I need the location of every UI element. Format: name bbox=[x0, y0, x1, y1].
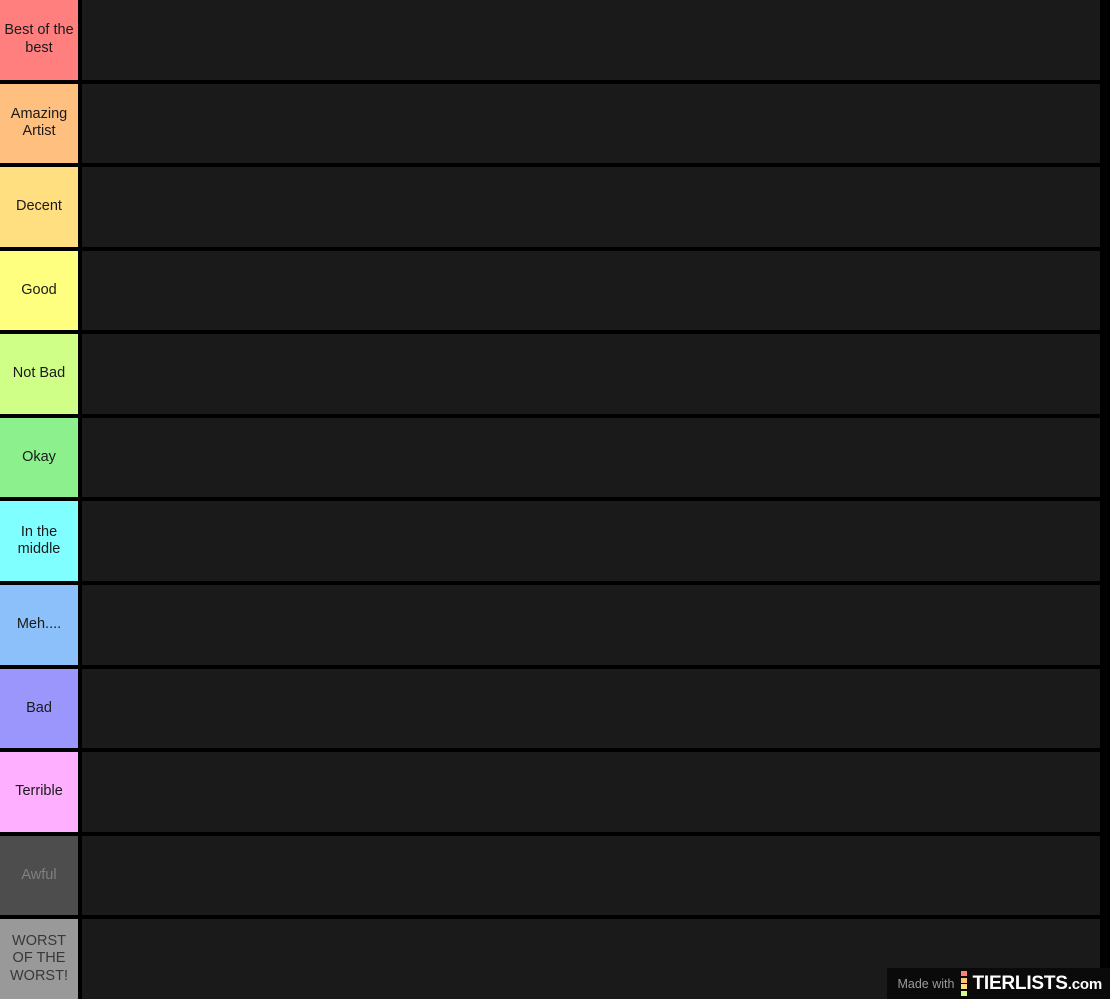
tierlists-watermark[interactable]: Made with TIERLISTS.com bbox=[887, 968, 1110, 999]
tier-row: Amazing Artist bbox=[0, 83, 1110, 164]
tier-items-dropzone[interactable] bbox=[82, 167, 1100, 247]
tier-row-right-padding bbox=[1100, 585, 1110, 665]
tier-label[interactable]: WORST OF THE WORST! bbox=[0, 919, 78, 999]
tier-label[interactable]: In the middle bbox=[0, 501, 78, 582]
tier-label[interactable]: Bad bbox=[0, 668, 78, 749]
tier-items-dropzone[interactable] bbox=[82, 501, 1100, 582]
tier-label[interactable]: Decent bbox=[0, 167, 78, 247]
tier-items-dropzone[interactable] bbox=[82, 83, 1100, 164]
tier-label[interactable]: Good bbox=[0, 250, 78, 331]
tier-row: Decent bbox=[0, 167, 1110, 247]
tier-items-dropzone[interactable] bbox=[82, 334, 1100, 414]
tier-row-right-padding bbox=[1100, 250, 1110, 331]
tier-row: Terrible bbox=[0, 752, 1110, 832]
tier-items-dropzone[interactable] bbox=[82, 417, 1100, 498]
tier-items-dropzone[interactable] bbox=[82, 585, 1100, 665]
tier-row: Awful bbox=[0, 835, 1110, 916]
logo-dot bbox=[961, 971, 968, 977]
tier-label[interactable]: Okay bbox=[0, 417, 78, 498]
tier-row-right-padding bbox=[1100, 417, 1110, 498]
watermark-brand-tld: .com bbox=[1067, 975, 1102, 993]
tier-row: Bad bbox=[0, 668, 1110, 749]
tier-label[interactable]: Amazing Artist bbox=[0, 83, 78, 164]
logo-dot bbox=[961, 990, 968, 996]
tier-label[interactable]: Terrible bbox=[0, 752, 78, 832]
tier-items-dropzone[interactable] bbox=[82, 752, 1100, 832]
tier-label[interactable]: Not Bad bbox=[0, 334, 78, 414]
tier-row-right-padding bbox=[1100, 501, 1110, 582]
tier-row-right-padding bbox=[1100, 0, 1110, 80]
tier-row-right-padding bbox=[1100, 752, 1110, 832]
watermark-brand: TIERLISTS.com bbox=[972, 973, 1102, 995]
watermark-made-with-label: Made with bbox=[897, 976, 955, 991]
tier-row-right-padding bbox=[1100, 83, 1110, 164]
tierlists-logo-icon bbox=[961, 971, 968, 996]
tier-label[interactable]: Best of the best bbox=[0, 0, 78, 80]
tier-row-right-padding bbox=[1100, 835, 1110, 916]
tier-row: Best of the best bbox=[0, 0, 1110, 80]
tier-items-dropzone[interactable] bbox=[82, 0, 1100, 80]
tier-row: Good bbox=[0, 250, 1110, 331]
tier-row-right-padding bbox=[1100, 167, 1110, 247]
tier-label[interactable]: Meh.... bbox=[0, 585, 78, 665]
tier-items-dropzone[interactable] bbox=[82, 668, 1100, 749]
logo-dot bbox=[961, 977, 968, 983]
tier-row: Meh.... bbox=[0, 585, 1110, 665]
tier-row-right-padding bbox=[1100, 668, 1110, 749]
watermark-brand-name: TIERLISTS bbox=[972, 972, 1068, 994]
tier-row-right-padding bbox=[1100, 334, 1110, 414]
tier-row: Okay bbox=[0, 417, 1110, 498]
logo-dot bbox=[961, 984, 968, 990]
tier-list-board: Best of the best Amazing Artist Decent Good… bbox=[0, 0, 1110, 999]
tier-label[interactable]: Awful bbox=[0, 835, 78, 916]
tier-items-dropzone[interactable] bbox=[82, 835, 1100, 916]
tier-row: Not Bad bbox=[0, 334, 1110, 414]
tier-items-dropzone[interactable] bbox=[82, 250, 1100, 331]
tier-row: In the middle bbox=[0, 501, 1110, 582]
